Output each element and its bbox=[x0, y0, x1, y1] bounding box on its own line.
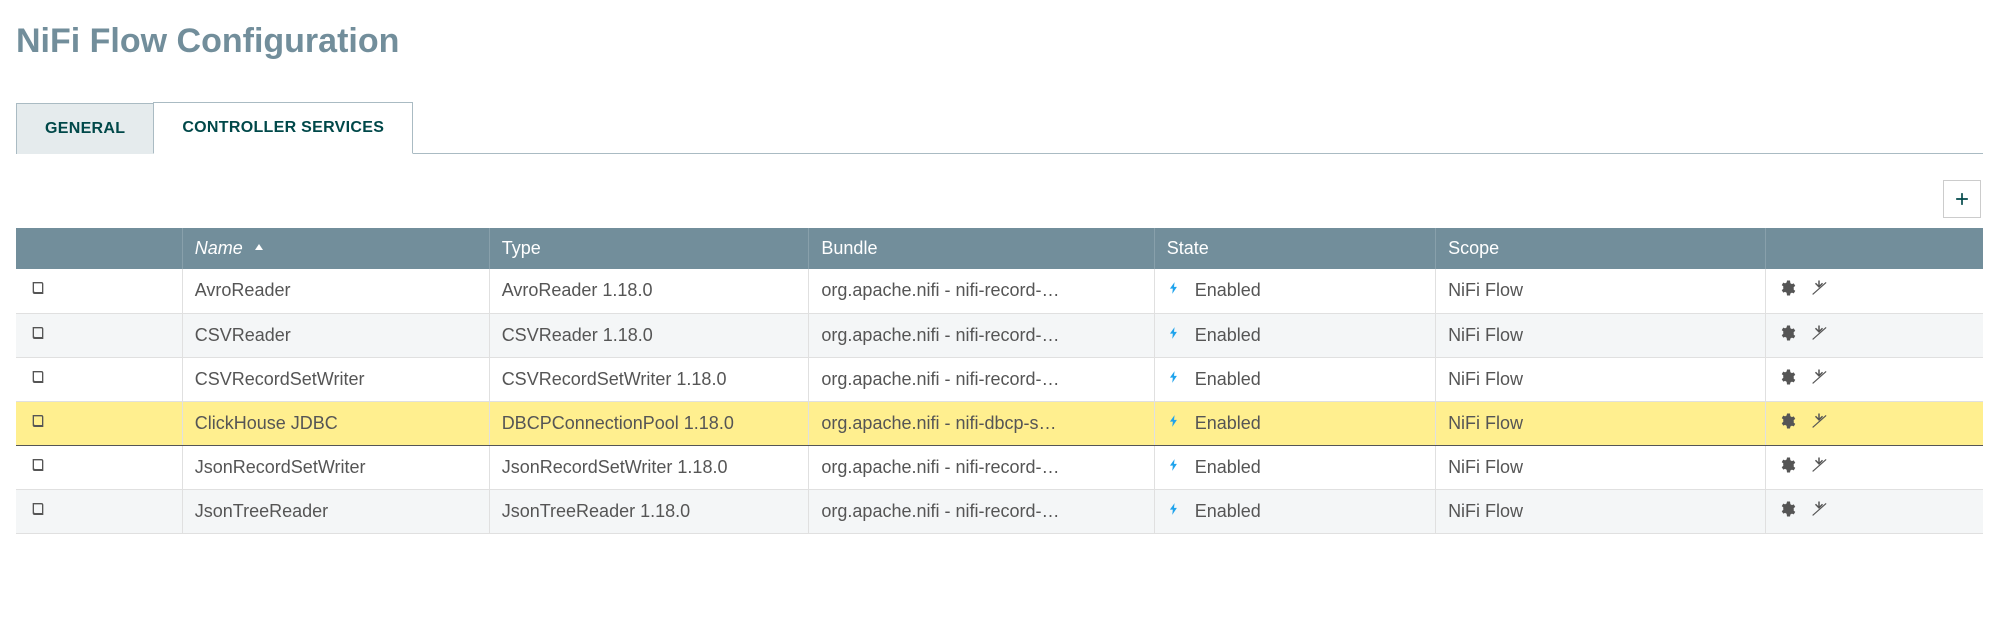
enabled-bolt-icon bbox=[1167, 411, 1181, 436]
state-label: Enabled bbox=[1195, 369, 1261, 390]
col-header-name[interactable]: Name bbox=[182, 228, 489, 269]
row-doc-icon-cell bbox=[16, 313, 182, 357]
cell-state: Enabled bbox=[1154, 445, 1435, 489]
tab-controller-services[interactable]: CONTROLLER SERVICES bbox=[153, 102, 413, 154]
enabled-bolt-icon bbox=[1167, 455, 1181, 480]
book-icon[interactable] bbox=[28, 457, 48, 477]
col-header-icon[interactable] bbox=[16, 228, 182, 269]
cell-name: JsonTreeReader bbox=[182, 489, 489, 533]
col-header-bundle[interactable]: Bundle bbox=[809, 228, 1154, 269]
disable-icon[interactable] bbox=[1810, 324, 1828, 347]
controller-services-table: Name Type Bundle State Scope AvroReaderA… bbox=[16, 228, 1983, 534]
col-header-scope[interactable]: Scope bbox=[1436, 228, 1766, 269]
book-icon[interactable] bbox=[28, 369, 48, 389]
configure-gear-icon[interactable] bbox=[1778, 324, 1796, 347]
cell-type: JsonTreeReader 1.18.0 bbox=[489, 489, 809, 533]
row-doc-icon-cell bbox=[16, 269, 182, 313]
cell-type: JsonRecordSetWriter 1.18.0 bbox=[489, 445, 809, 489]
disable-icon[interactable] bbox=[1810, 279, 1828, 302]
cell-actions bbox=[1766, 357, 1983, 401]
cell-bundle: org.apache.nifi - nifi-record-… bbox=[809, 445, 1154, 489]
table-row[interactable]: JsonRecordSetWriterJsonRecordSetWriter 1… bbox=[16, 445, 1983, 489]
row-doc-icon-cell bbox=[16, 489, 182, 533]
cell-name: CSVReader bbox=[182, 313, 489, 357]
table-row[interactable]: CSVReaderCSVReader 1.18.0org.apache.nifi… bbox=[16, 313, 1983, 357]
plus-icon bbox=[1952, 189, 1972, 209]
cell-type: DBCPConnectionPool 1.18.0 bbox=[489, 401, 809, 445]
enabled-bolt-icon bbox=[1167, 499, 1181, 524]
sort-asc-icon bbox=[254, 236, 264, 257]
enabled-bolt-icon bbox=[1167, 367, 1181, 392]
state-label: Enabled bbox=[1195, 280, 1261, 301]
cell-state: Enabled bbox=[1154, 401, 1435, 445]
cell-name: CSVRecordSetWriter bbox=[182, 357, 489, 401]
cell-bundle: org.apache.nifi - nifi-dbcp-s… bbox=[809, 401, 1154, 445]
row-doc-icon-cell bbox=[16, 445, 182, 489]
disable-icon[interactable] bbox=[1810, 456, 1828, 479]
cell-bundle: org.apache.nifi - nifi-record-… bbox=[809, 269, 1154, 313]
tab-general[interactable]: GENERAL bbox=[16, 103, 153, 154]
cell-bundle: org.apache.nifi - nifi-record-… bbox=[809, 489, 1154, 533]
enabled-bolt-icon bbox=[1167, 323, 1181, 348]
disable-icon[interactable] bbox=[1810, 412, 1828, 435]
book-icon[interactable] bbox=[28, 501, 48, 521]
cell-name: ClickHouse JDBC bbox=[182, 401, 489, 445]
cell-state: Enabled bbox=[1154, 489, 1435, 533]
configure-gear-icon[interactable] bbox=[1778, 500, 1796, 523]
state-label: Enabled bbox=[1195, 325, 1261, 346]
cell-type: CSVRecordSetWriter 1.18.0 bbox=[489, 357, 809, 401]
cell-scope: NiFi Flow bbox=[1436, 445, 1766, 489]
cell-type: AvroReader 1.18.0 bbox=[489, 269, 809, 313]
table-header-row: Name Type Bundle State Scope bbox=[16, 228, 1983, 269]
cell-scope: NiFi Flow bbox=[1436, 489, 1766, 533]
cell-actions bbox=[1766, 313, 1983, 357]
cell-scope: NiFi Flow bbox=[1436, 357, 1766, 401]
disable-icon[interactable] bbox=[1810, 500, 1828, 523]
cell-actions bbox=[1766, 401, 1983, 445]
cell-name: AvroReader bbox=[182, 269, 489, 313]
row-doc-icon-cell bbox=[16, 401, 182, 445]
page-title: NiFi Flow Configuration bbox=[16, 22, 1983, 61]
cell-type: CSVReader 1.18.0 bbox=[489, 313, 809, 357]
cell-scope: NiFi Flow bbox=[1436, 269, 1766, 313]
table-row[interactable]: JsonTreeReaderJsonTreeReader 1.18.0org.a… bbox=[16, 489, 1983, 533]
cell-scope: NiFi Flow bbox=[1436, 313, 1766, 357]
table-row[interactable]: ClickHouse JDBCDBCPConnectionPool 1.18.0… bbox=[16, 401, 1983, 445]
cell-name: JsonRecordSetWriter bbox=[182, 445, 489, 489]
table-row[interactable]: AvroReaderAvroReader 1.18.0org.apache.ni… bbox=[16, 269, 1983, 313]
disable-icon[interactable] bbox=[1810, 368, 1828, 391]
state-label: Enabled bbox=[1195, 413, 1261, 434]
book-icon[interactable] bbox=[28, 413, 48, 433]
configure-gear-icon[interactable] bbox=[1778, 456, 1796, 479]
tab-bar: GENERALCONTROLLER SERVICES bbox=[16, 101, 1983, 154]
col-header-type[interactable]: Type bbox=[489, 228, 809, 269]
enabled-bolt-icon bbox=[1167, 278, 1181, 303]
cell-state: Enabled bbox=[1154, 313, 1435, 357]
book-icon[interactable] bbox=[28, 325, 48, 345]
col-header-name-label: Name bbox=[195, 238, 243, 258]
state-label: Enabled bbox=[1195, 457, 1261, 478]
row-doc-icon-cell bbox=[16, 357, 182, 401]
col-header-actions bbox=[1766, 228, 1983, 269]
col-header-state[interactable]: State bbox=[1154, 228, 1435, 269]
cell-actions bbox=[1766, 269, 1983, 313]
cell-bundle: org.apache.nifi - nifi-record-… bbox=[809, 313, 1154, 357]
configure-gear-icon[interactable] bbox=[1778, 412, 1796, 435]
cell-state: Enabled bbox=[1154, 357, 1435, 401]
configure-gear-icon[interactable] bbox=[1778, 368, 1796, 391]
table-row[interactable]: CSVRecordSetWriterCSVRecordSetWriter 1.1… bbox=[16, 357, 1983, 401]
cell-bundle: org.apache.nifi - nifi-record-… bbox=[809, 357, 1154, 401]
cell-state: Enabled bbox=[1154, 269, 1435, 313]
cell-actions bbox=[1766, 445, 1983, 489]
state-label: Enabled bbox=[1195, 501, 1261, 522]
configure-gear-icon[interactable] bbox=[1778, 279, 1796, 302]
cell-actions bbox=[1766, 489, 1983, 533]
add-controller-service-button[interactable] bbox=[1943, 180, 1981, 218]
book-icon[interactable] bbox=[28, 280, 48, 300]
cell-scope: NiFi Flow bbox=[1436, 401, 1766, 445]
